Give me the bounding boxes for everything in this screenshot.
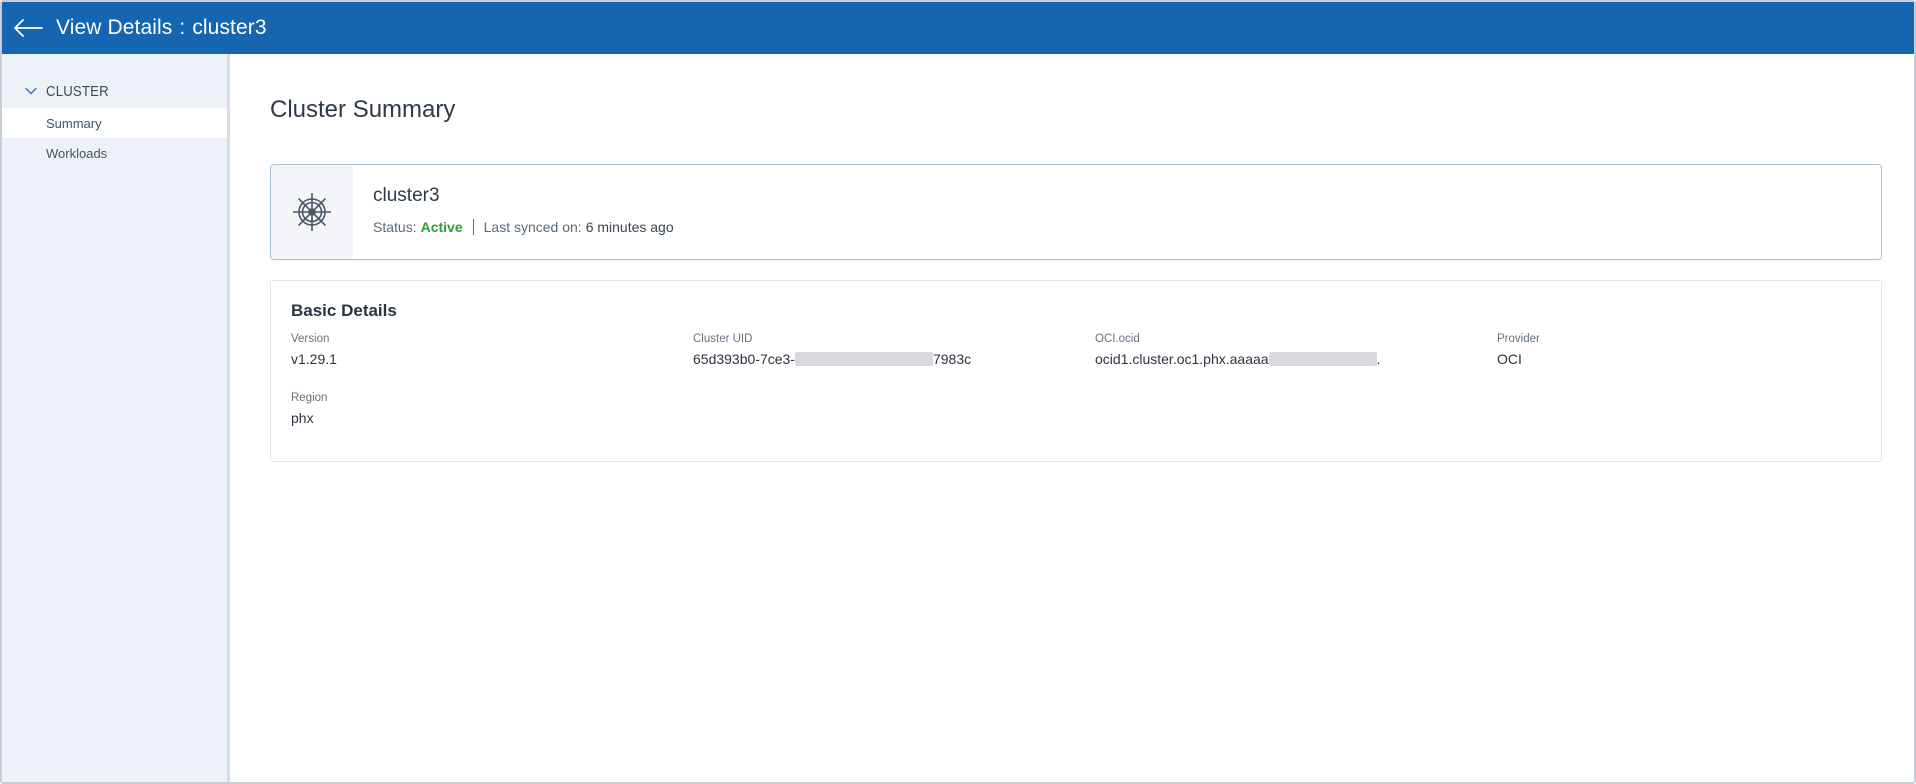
back-button[interactable] xyxy=(8,8,48,48)
cluster-name: cluster3 xyxy=(373,185,440,206)
field-value: OCI xyxy=(1497,351,1522,367)
sidebar-group-label: CLUSTER xyxy=(46,82,109,100)
app-window: View Details : cluster3 CLUSTER Summary … xyxy=(0,0,1916,784)
field-value-start: 65d393b0-7ce3- xyxy=(693,351,795,367)
sidebar-item-workloads[interactable]: Workloads xyxy=(2,138,227,168)
status-divider xyxy=(472,219,474,235)
redacted-block xyxy=(794,352,933,366)
helm-wheel-icon xyxy=(293,193,331,231)
sidebar: CLUSTER Summary Workloads xyxy=(2,54,230,782)
page-title: Cluster Summary xyxy=(270,96,456,123)
field-label: Cluster UID xyxy=(693,333,753,345)
field-label: OCI.ocid xyxy=(1095,333,1140,345)
sidebar-item-label: Summary xyxy=(46,115,102,131)
sidebar-item-label: Workloads xyxy=(46,145,108,161)
field-label: Region xyxy=(291,392,328,404)
summary-body: cluster3 Status: Active Last synced on: … xyxy=(353,165,674,259)
field-value: v1.29.1 xyxy=(291,351,337,367)
field-region: Region phx xyxy=(291,392,327,426)
status-badge: Active xyxy=(420,219,463,235)
field-value: 65d393b0-7ce3- 7983c xyxy=(693,351,971,367)
status-line: Status: Active Last synced on: 6 minutes… xyxy=(373,219,674,235)
field-value: phx xyxy=(291,410,314,426)
basic-details-card: Basic Details Version v1.29.1 Cluster UI… xyxy=(270,280,1882,462)
header-title-separator: : xyxy=(179,16,186,39)
summary-icon-box xyxy=(271,165,353,259)
field-version: Version v1.29.1 xyxy=(291,333,337,367)
page-header-title: View Details : cluster3 xyxy=(56,16,267,40)
top-header-bar: View Details : cluster3 xyxy=(2,2,1914,54)
field-oci-ocid: OCI.ocid ocid1.cluster.oc1.phx.aaaaa . xyxy=(1095,333,1380,367)
cluster-summary-card: cluster3 Status: Active Last synced on: … xyxy=(270,164,1882,260)
status-label: Status: xyxy=(373,219,417,235)
field-value-start: ocid1.cluster.oc1.phx.aaaaa xyxy=(1095,351,1269,367)
basic-details-title: Basic Details xyxy=(291,301,397,320)
header-title-prefix: View Details xyxy=(56,16,173,39)
field-value-end: 7983c xyxy=(932,351,972,367)
sidebar-item-summary[interactable]: Summary xyxy=(2,108,227,138)
arrow-left-icon xyxy=(14,19,43,37)
field-cluster-uid: Cluster UID 65d393b0-7ce3- 7983c xyxy=(693,333,971,367)
field-label: Version xyxy=(291,333,330,345)
chevron-down-icon xyxy=(25,87,37,95)
field-provider: Provider OCI xyxy=(1497,333,1540,367)
field-label: Provider xyxy=(1497,333,1540,345)
synced-label: Last synced on: xyxy=(483,219,582,235)
sidebar-group-cluster[interactable]: CLUSTER xyxy=(2,76,227,106)
redacted-block xyxy=(1268,352,1377,366)
header-cluster-name: cluster3 xyxy=(192,16,267,39)
main-content: Cluster Summary cluster3 Status: Active … xyxy=(230,54,1914,782)
field-value-end: . xyxy=(1376,351,1381,367)
synced-value: 6 minutes ago xyxy=(585,219,674,235)
field-value: ocid1.cluster.oc1.phx.aaaaa . xyxy=(1095,351,1380,367)
